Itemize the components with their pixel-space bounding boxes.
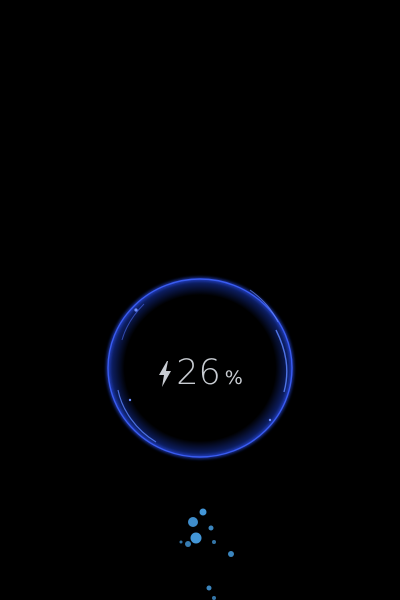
bubble — [185, 541, 191, 547]
bubble — [190, 532, 202, 544]
bubble — [199, 508, 207, 516]
bubble — [208, 525, 214, 531]
lightning-bolt-icon — [159, 361, 172, 387]
battery-percentage-value: 26 — [176, 352, 221, 393]
charging-bubbles — [179, 508, 234, 600]
bubble — [179, 540, 183, 544]
bubble — [212, 540, 216, 544]
charging-screen: 26 % — [0, 0, 400, 600]
bubble — [188, 517, 198, 527]
battery-readout: 26 % — [100, 345, 300, 401]
bubble — [212, 596, 216, 600]
bubble — [228, 551, 234, 557]
percent-sign: % — [224, 366, 243, 389]
bubble — [206, 585, 212, 591]
